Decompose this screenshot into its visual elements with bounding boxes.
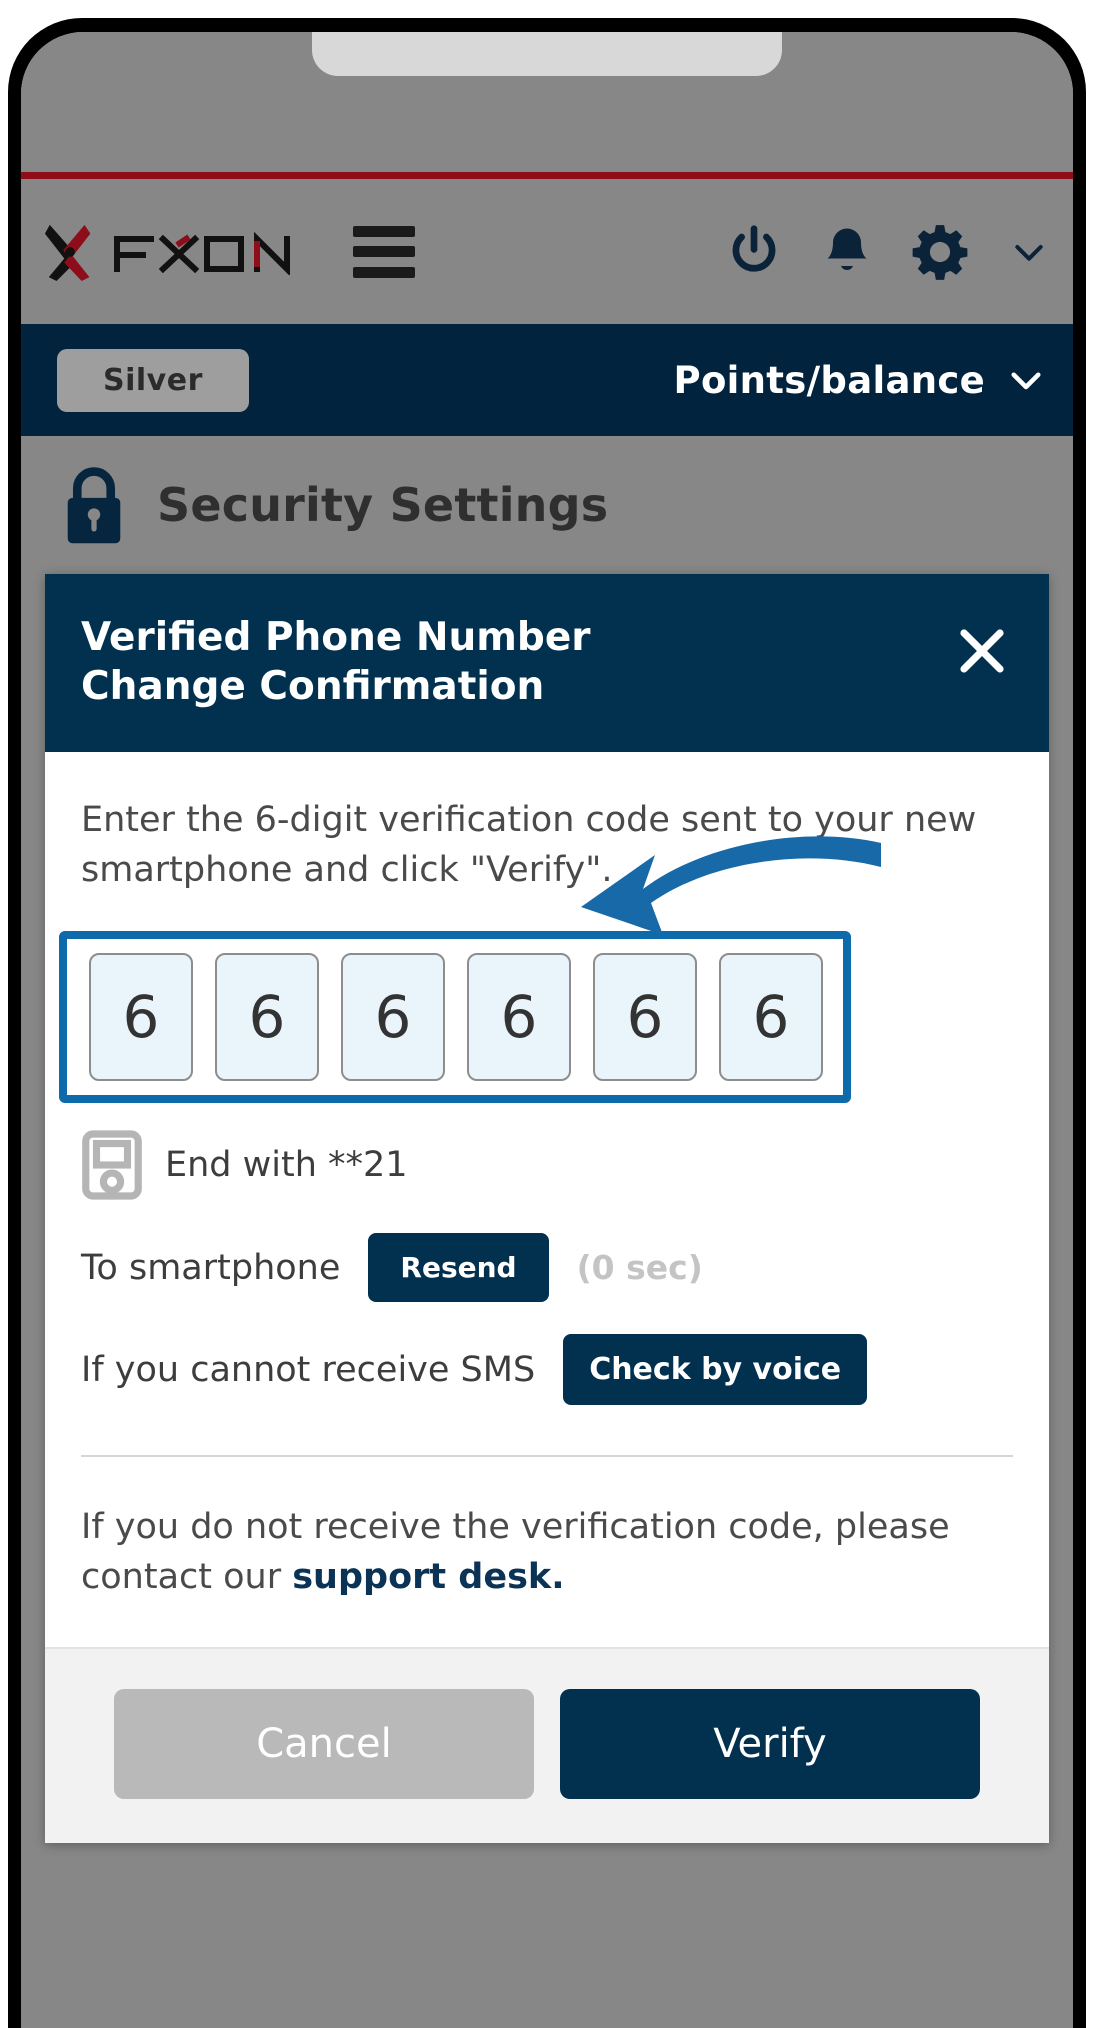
page-title-row: Security Settings bbox=[21, 436, 1073, 574]
voice-label: If you cannot receive SMS bbox=[81, 1349, 536, 1390]
page-bottom-gap bbox=[21, 1842, 1073, 1857]
section-divider bbox=[81, 1455, 1013, 1458]
points-balance-label[interactable]: Points/balance bbox=[674, 359, 985, 402]
otp-digit-6[interactable]: 6 bbox=[719, 953, 823, 1082]
phone-mockup: Silver Points/balance Security Settings bbox=[0, 0, 1100, 2028]
hamburger-bar bbox=[353, 266, 415, 278]
account-subbar: Silver Points/balance bbox=[21, 324, 1073, 436]
resend-button[interactable]: Resend bbox=[368, 1233, 549, 1303]
chevron-down-icon[interactable] bbox=[1009, 232, 1049, 272]
otp-digit-3[interactable]: 6 bbox=[341, 953, 445, 1082]
otp-input-region: 6 6 6 6 6 6 bbox=[59, 836, 881, 1104]
instruction-text: Enter the 6-digit verification code sent… bbox=[81, 800, 977, 890]
hamburger-menu-icon[interactable] bbox=[353, 225, 415, 278]
phone-screen: Silver Points/balance Security Settings bbox=[21, 32, 1073, 2028]
otp-highlight-box: 6 6 6 6 6 6 bbox=[59, 931, 851, 1104]
brand-accent-rule bbox=[21, 172, 1073, 179]
otp-digit-4[interactable]: 6 bbox=[467, 953, 571, 1082]
otp-digit-2[interactable]: 6 bbox=[215, 953, 319, 1082]
gear-icon[interactable] bbox=[909, 221, 971, 283]
hamburger-bar bbox=[353, 225, 415, 237]
resend-label: To smartphone bbox=[81, 1247, 341, 1288]
mobile-device-icon bbox=[82, 1130, 142, 1200]
masked-number-text: End with **21 bbox=[165, 1145, 408, 1186]
check-by-voice-button[interactable]: Check by voice bbox=[563, 1334, 868, 1406]
resend-timer: (0 sec) bbox=[576, 1248, 703, 1288]
phone-notch bbox=[312, 32, 782, 76]
bell-icon[interactable] bbox=[817, 221, 877, 283]
dialog-footer: Cancel Verify bbox=[45, 1646, 1049, 1843]
rank-badge[interactable]: Silver bbox=[57, 348, 249, 412]
otp-digit-1[interactable]: 6 bbox=[89, 953, 193, 1082]
phone-change-confirmation-dialog: Verified Phone Number Change Confirmatio… bbox=[45, 574, 1049, 1843]
power-icon[interactable] bbox=[723, 221, 785, 283]
otp-digit-5[interactable]: 6 bbox=[593, 953, 697, 1082]
close-icon[interactable] bbox=[955, 614, 1015, 682]
hamburger-bar bbox=[353, 246, 415, 257]
resend-row: To smartphone Resend (0 sec) bbox=[81, 1233, 1013, 1303]
dialog-header: Verified Phone Number Change Confirmatio… bbox=[45, 574, 1049, 752]
page-title: Security Settings bbox=[157, 478, 609, 532]
masked-number-row: End with **21 bbox=[81, 1129, 1013, 1201]
verify-button[interactable]: Verify bbox=[560, 1688, 980, 1799]
fxon-x-logo-icon bbox=[44, 224, 91, 281]
fxon-wordmark-icon bbox=[114, 231, 290, 275]
dialog-title: Verified Phone Number Change Confirmatio… bbox=[81, 615, 591, 709]
voice-row: If you cannot receive SMS Check by voice bbox=[81, 1334, 1013, 1406]
app-page: Silver Points/balance Security Settings bbox=[21, 32, 1073, 2028]
cancel-button[interactable]: Cancel bbox=[114, 1688, 534, 1799]
brand-logo[interactable] bbox=[43, 221, 311, 283]
support-note: If you do not receive the verification c… bbox=[81, 1503, 1013, 1646]
support-desk-link[interactable]: support desk. bbox=[292, 1557, 564, 1597]
chevron-down-icon[interactable] bbox=[1005, 359, 1047, 401]
lock-icon bbox=[67, 467, 121, 544]
app-header bbox=[21, 179, 1073, 324]
dialog-body: Enter the 6-digit verification code sent… bbox=[45, 752, 1049, 1647]
header-icon-group bbox=[723, 221, 1049, 283]
